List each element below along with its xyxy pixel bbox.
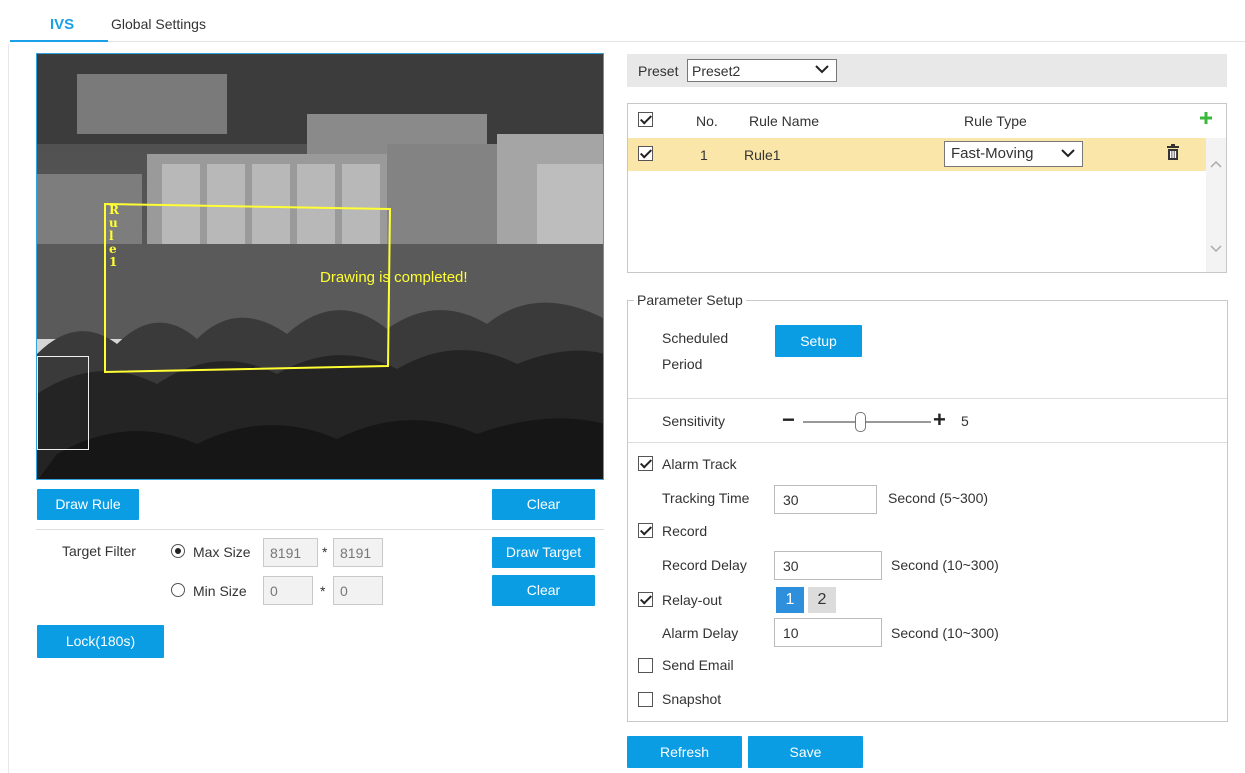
snapshot-label: Snapshot <box>662 691 722 707</box>
sensitivity-plus-button[interactable]: + <box>933 407 946 433</box>
relay-2-button[interactable]: 2 <box>808 587 836 613</box>
divider <box>36 529 604 530</box>
preset-label: Preset <box>638 63 679 79</box>
parameter-setup-panel: Parameter Setup Scheduled Period Setup S… <box>627 292 1228 722</box>
add-rule-icon[interactable] <box>1199 111 1213 128</box>
min-size-label: Min Size <box>193 583 247 599</box>
tracking-time-input[interactable]: 30 <box>774 485 877 514</box>
rule-label-char: 1 <box>109 255 118 269</box>
send-email-label: Send Email <box>662 657 734 673</box>
alarm-delay-input[interactable]: 10 <box>774 618 882 647</box>
sensitivity-label: Sensitivity <box>662 413 726 429</box>
draw-target-button[interactable]: Draw Target <box>492 537 595 568</box>
target-size-box <box>37 356 89 450</box>
divider <box>628 442 1227 443</box>
sensitivity-value: 5 <box>961 413 969 429</box>
row-no: 1 <box>700 147 708 163</box>
preset-value: Preset2 <box>692 63 741 79</box>
header-rule-name: Rule Name <box>749 113 820 129</box>
divider <box>628 398 1227 399</box>
chevron-down-icon <box>814 62 830 79</box>
tab-active-underline <box>10 40 108 42</box>
header-no: No. <box>696 113 718 129</box>
chevron-down-icon <box>1060 146 1076 163</box>
rule-type-value: Fast-Moving <box>951 145 1034 162</box>
lock-button[interactable]: Lock(180s) <box>37 625 164 658</box>
max-width-input[interactable]: 8191 <box>263 538 318 567</box>
tracking-time-unit: Second (5~300) <box>888 490 989 506</box>
send-email-checkbox[interactable] <box>638 658 653 673</box>
save-button[interactable]: Save <box>748 736 863 768</box>
slider-thumb[interactable] <box>855 412 866 432</box>
drawing-status-text: Drawing is completed! <box>320 269 468 286</box>
table-header: No. Rule Name Rule Type <box>628 104 1226 138</box>
record-label: Record <box>662 523 708 539</box>
tab-global-settings[interactable]: Global Settings <box>111 16 206 32</box>
alarm-delay-unit: Second (10~300) <box>891 625 999 641</box>
snapshot-checkbox[interactable] <box>638 692 653 707</box>
rule-label: R u l e 1 <box>109 204 119 269</box>
slider-track <box>803 421 931 423</box>
target-filter-label: Target Filter <box>62 543 136 559</box>
chevron-down-icon[interactable] <box>1210 241 1222 257</box>
times-sign: * <box>320 583 326 599</box>
preset-bar: Preset Preset2 <box>627 54 1227 87</box>
rule-polygon <box>104 202 392 374</box>
row-rule-name: Rule1 <box>744 147 781 163</box>
table-row[interactable]: 1 Rule1 Fast-Moving <box>628 138 1206 171</box>
tracking-time-label: Tracking Time <box>662 490 750 506</box>
refresh-button[interactable]: Refresh <box>627 736 742 768</box>
record-checkbox[interactable] <box>638 523 653 538</box>
alarm-track-label: Alarm Track <box>662 456 737 472</box>
times-sign: * <box>322 544 328 560</box>
min-width-input[interactable]: 0 <box>263 576 313 605</box>
left-edge-line <box>8 44 9 773</box>
rules-table: No. Rule Name Rule Type 1 Rule1 Fast-Mov… <box>627 103 1227 273</box>
sensitivity-minus-button[interactable]: − <box>782 407 795 433</box>
relay-out-label: Relay-out <box>662 592 722 608</box>
max-size-label: Max Size <box>193 544 251 560</box>
tab-bar: IVS Global Settings <box>0 0 1245 44</box>
preset-select[interactable]: Preset2 <box>687 59 837 82</box>
max-size-radio[interactable] <box>171 544 185 558</box>
draw-rule-button[interactable]: Draw Rule <box>37 489 139 520</box>
table-scrollbar[interactable] <box>1206 138 1226 272</box>
tab-ivs[interactable]: IVS <box>50 16 74 33</box>
clear-target-button[interactable]: Clear <box>492 575 595 606</box>
parameter-setup-legend: Parameter Setup <box>634 292 746 308</box>
sensitivity-slider[interactable] <box>803 412 931 432</box>
tab-divider <box>108 41 1245 42</box>
record-delay-input[interactable]: 30 <box>774 551 882 580</box>
video-preview[interactable]: R u l e 1 Drawing is completed! <box>36 53 604 480</box>
alarm-track-checkbox[interactable] <box>638 456 653 471</box>
relay-1-button[interactable]: 1 <box>776 587 804 613</box>
rule-type-select[interactable]: Fast-Moving <box>944 141 1083 167</box>
header-rule-type: Rule Type <box>964 113 1027 129</box>
alarm-delay-label: Alarm Delay <box>662 625 739 641</box>
relay-out-checkbox[interactable] <box>638 592 653 607</box>
clear-rule-button[interactable]: Clear <box>492 489 595 520</box>
min-size-radio[interactable] <box>171 583 185 597</box>
scheduled-label: Scheduled <box>662 330 729 346</box>
setup-button[interactable]: Setup <box>775 325 862 357</box>
row-checkbox[interactable] <box>638 146 653 161</box>
record-delay-unit: Second (10~300) <box>891 557 999 573</box>
select-all-checkbox[interactable] <box>638 112 653 127</box>
max-height-input[interactable]: 8191 <box>333 538 383 567</box>
trash-icon[interactable] <box>1166 144 1180 163</box>
chevron-up-icon[interactable] <box>1210 156 1222 172</box>
period-label: Period <box>662 356 703 372</box>
min-height-input[interactable]: 0 <box>333 576 383 605</box>
record-delay-label: Record Delay <box>662 557 747 573</box>
